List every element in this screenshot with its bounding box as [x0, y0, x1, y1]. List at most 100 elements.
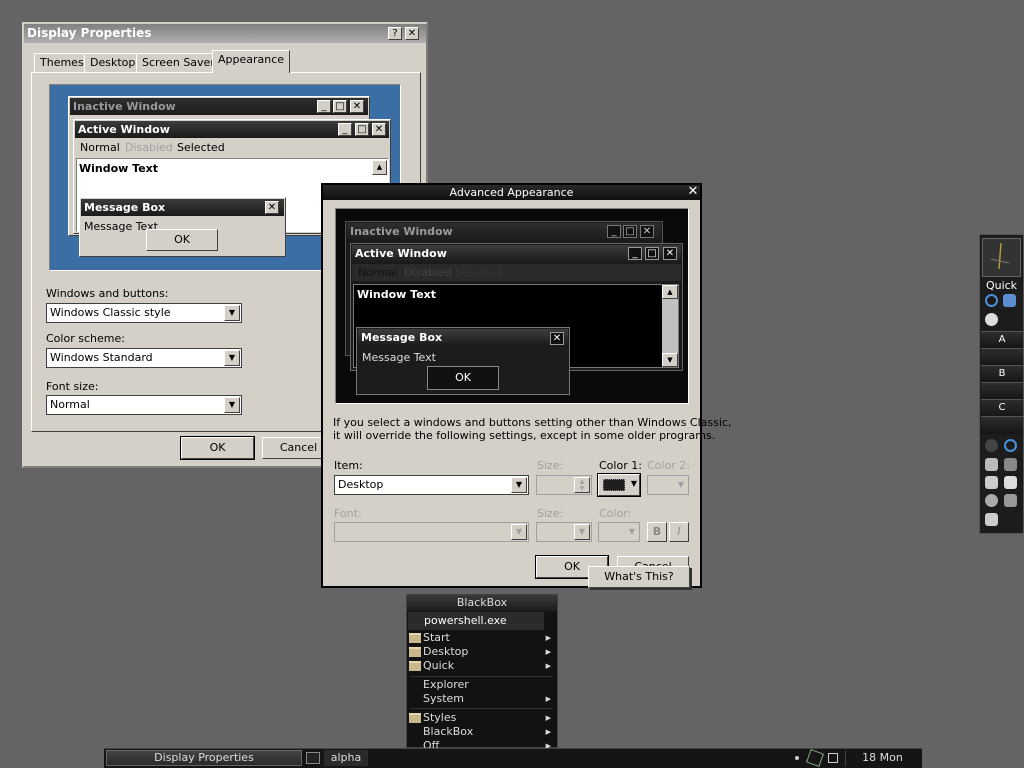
folder-icon	[409, 633, 421, 643]
network-icon[interactable]	[1004, 458, 1017, 471]
tab-appearance[interactable]: Appearance	[212, 50, 291, 73]
settings-icon[interactable]	[985, 439, 998, 452]
tab-screen-saver[interactable]: Screen Saver	[136, 53, 221, 72]
advanced-close-icon[interactable]: ✕	[686, 185, 700, 199]
color2-picker[interactable]: ▼	[647, 475, 689, 495]
color-scheme-label: Color scheme:	[46, 332, 125, 345]
whats-this-tooltip[interactable]: What's This?	[588, 566, 690, 588]
workspace-label-box[interactable]: alpha	[324, 750, 368, 766]
font-size2-select[interactable]: ▼	[536, 522, 592, 542]
chevron-right-icon: ▶	[545, 695, 551, 703]
recycle-bin-icon[interactable]	[985, 513, 998, 526]
adv-menu-disabled: Disabled	[404, 266, 452, 279]
quick-launch-icon[interactable]	[1003, 294, 1016, 307]
clock-hands-icon	[990, 242, 1010, 270]
tab-desktop[interactable]: Desktop	[84, 53, 142, 72]
slit-workspace-c[interactable]: C	[981, 399, 1023, 417]
font-select[interactable]: ▼	[334, 522, 529, 542]
chevron-down-icon[interactable]: ▼	[224, 397, 240, 413]
menu-item-desktop[interactable]: Desktop ▶	[407, 645, 557, 659]
color-scheme-value: Windows Standard	[50, 351, 153, 364]
ie-icon[interactable]	[985, 294, 998, 307]
taskbar-clock[interactable]: 18 Mon 12:35	[845, 750, 919, 768]
preview-close-icon: ✕	[350, 100, 364, 113]
windows-buttons-value: Windows Classic style	[50, 306, 171, 319]
font-size-value: Normal	[50, 398, 90, 411]
tab-screen-saver-label: Screen Saver	[142, 56, 215, 69]
chevron-right-icon: ▶	[545, 662, 551, 670]
chevron-right-icon: ▶	[545, 714, 551, 722]
chevron-down-icon[interactable]: ▼	[224, 350, 240, 366]
adv-menu-bar	[352, 264, 681, 281]
chevron-down-icon[interactable]: ▼	[574, 524, 590, 540]
ie-small-icon[interactable]	[1004, 439, 1017, 452]
preview-minimize-icon: _	[317, 100, 331, 113]
printer-icon[interactable]	[1004, 476, 1017, 489]
color-label: Color:	[599, 507, 632, 520]
gamepad-icon[interactable]	[985, 458, 998, 471]
adv-msgbox-close-icon: ✕	[550, 332, 564, 345]
tab-themes[interactable]: Themes	[34, 53, 90, 72]
size-stepper[interactable]: ▲ ▼	[536, 475, 592, 495]
tray-dot-icon	[795, 756, 799, 760]
slit-workspace-b[interactable]: B	[981, 365, 1023, 383]
tray-monitor-icon[interactable]	[828, 753, 838, 763]
folder-icon	[409, 713, 421, 723]
slit-spacer-bc	[981, 382, 1023, 400]
italic-button[interactable]: I	[669, 522, 689, 542]
taskbar-task-display-properties[interactable]: Display Properties	[106, 750, 302, 766]
font-color-picker[interactable]: ▼	[598, 522, 640, 542]
menu-item-system[interactable]: System ▶	[407, 692, 557, 706]
slit-spacer-ab	[981, 348, 1023, 366]
color-scheme-select[interactable]: Windows Standard ▼	[46, 348, 242, 368]
menu-item-label: Quick	[423, 659, 455, 672]
menu-item-off[interactable]: Off ▶	[407, 739, 557, 748]
computer-icon[interactable]	[985, 476, 998, 489]
chevron-down-icon: ▼	[630, 479, 637, 488]
display-properties-title: Display Properties	[27, 26, 152, 40]
preview-maximize-icon: □	[333, 100, 347, 113]
display-ok-button[interactable]: OK	[180, 436, 255, 460]
adv-msgbox-ok: OK	[427, 366, 499, 390]
preview-menu-disabled: Disabled	[125, 141, 173, 154]
menu-separator	[411, 708, 553, 709]
font-size-select[interactable]: Normal ▼	[46, 395, 242, 415]
menu-item-explorer[interactable]: Explorer	[407, 678, 557, 692]
adv-msgbox-title: Message Box	[358, 329, 568, 347]
spinner-icon[interactable]: ▲ ▼	[574, 477, 590, 493]
menu-item-highlight[interactable]: powershell.exe	[408, 612, 544, 630]
help-button[interactable]: ?	[388, 27, 402, 40]
preview-msgbox-ok: OK	[146, 229, 218, 251]
workspace-icon[interactable]	[306, 752, 320, 764]
chevron-down-icon: ▼	[628, 527, 635, 536]
chevron-down-icon[interactable]: ▼	[511, 524, 527, 540]
windows-buttons-select[interactable]: Windows Classic style ▼	[46, 303, 242, 323]
color2-label: Color 2:	[647, 459, 690, 472]
adv-window-text: Window Text	[357, 288, 437, 301]
taskbar-task-label: Display Properties	[154, 751, 254, 764]
menu-item-label: Off	[423, 739, 440, 748]
advanced-titlebar[interactable]: Advanced Appearance	[323, 185, 700, 200]
close-button[interactable]: ✕	[405, 27, 419, 40]
menu-item-styles[interactable]: Styles ▶	[407, 711, 557, 725]
item-select[interactable]: Desktop ▼	[334, 475, 529, 495]
display-properties-titlebar[interactable]: Display Properties	[24, 24, 426, 43]
adv-active-minimize-icon: _	[628, 247, 642, 260]
media-player-icon[interactable]	[985, 313, 998, 326]
blackbox-menu-title[interactable]: BlackBox	[407, 595, 557, 611]
color1-picker[interactable]: ▼	[597, 473, 641, 497]
tab-desktop-label: Desktop	[90, 56, 136, 69]
menu-item-blackbox[interactable]: BlackBox ▶	[407, 725, 557, 739]
menu-item-label: BlackBox	[423, 725, 474, 738]
disc-icon[interactable]	[985, 494, 998, 507]
chevron-down-icon[interactable]: ▼	[224, 305, 240, 321]
slit-a-label: A	[998, 334, 1006, 345]
menu-item-quick[interactable]: Quick ▶	[407, 659, 557, 673]
link-icon[interactable]	[1004, 494, 1017, 507]
blackbox-menu-list: Start ▶ Desktop ▶ Quick ▶ Explorer System ▶ …	[407, 631, 557, 748]
slit-workspace-a[interactable]: A	[981, 331, 1023, 349]
menu-item-start[interactable]: Start ▶	[407, 631, 557, 645]
chevron-down-icon[interactable]: ▼	[511, 477, 527, 493]
bold-button[interactable]: B	[647, 522, 667, 542]
folder-icon	[409, 661, 421, 671]
